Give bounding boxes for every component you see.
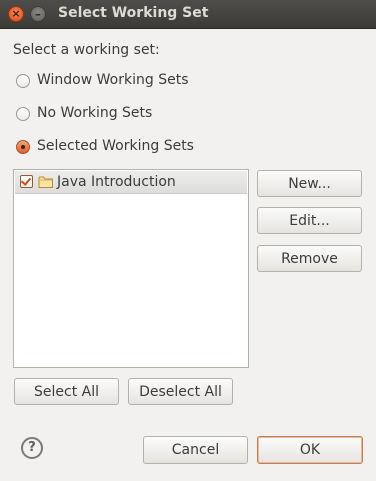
working-set-list[interactable]: Java Introduction: [13, 169, 249, 368]
radio-button[interactable]: [16, 140, 30, 154]
select-all-button[interactable]: Select All: [14, 378, 119, 405]
window-title: Select Working Set: [58, 5, 209, 21]
list-item[interactable]: Java Introduction: [15, 171, 247, 194]
radio-button[interactable]: [16, 74, 30, 88]
new-button[interactable]: New...: [257, 170, 362, 197]
window-close-button[interactable]: ×: [8, 6, 24, 22]
cancel-button[interactable]: Cancel: [143, 436, 248, 464]
list-item-label: Java Introduction: [57, 174, 176, 190]
radio-label: No Working Sets: [37, 105, 153, 121]
ok-button[interactable]: OK: [257, 436, 363, 464]
prompt-label: Select a working set:: [13, 42, 160, 58]
minimize-icon: –: [35, 7, 41, 21]
help-icon[interactable]: ?: [21, 437, 43, 459]
edit-button[interactable]: Edit...: [257, 207, 362, 234]
radio-label: Window Working Sets: [37, 72, 189, 88]
folder-icon: [38, 176, 53, 188]
title-bar: × – Select Working Set: [0, 0, 376, 29]
radio-label: Selected Working Sets: [37, 138, 194, 154]
item-checkbox[interactable]: [20, 175, 33, 188]
close-icon: ×: [11, 7, 21, 20]
deselect-all-button[interactable]: Deselect All: [128, 378, 233, 405]
radio-button[interactable]: [16, 107, 30, 121]
remove-button[interactable]: Remove: [257, 245, 362, 272]
window-minimize-button[interactable]: –: [30, 6, 46, 22]
